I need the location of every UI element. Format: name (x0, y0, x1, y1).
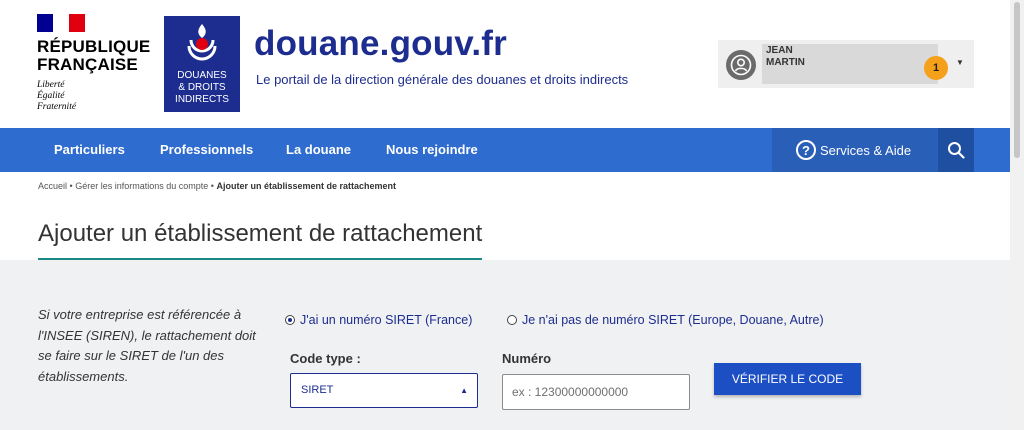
douanes-emblem-icon (187, 24, 217, 61)
nav-item-particuliers[interactable]: Particuliers (54, 128, 125, 172)
user-circle-icon (726, 50, 756, 80)
nav-item-professionnels[interactable]: Professionnels (160, 128, 253, 172)
user-last-name: MARTIN (766, 57, 805, 68)
verify-code-button[interactable]: VÉRIFIER LE CODE (714, 363, 861, 395)
breadcrumb-accueil[interactable]: Accueil (38, 181, 67, 191)
douanes-logo-text: DOUANES & DROITS INDIRECTS (164, 70, 240, 106)
question-circle-icon: ? (796, 140, 816, 160)
user-name: JEAN MARTIN (766, 45, 805, 69)
code-type-select[interactable]: SIRET ▲ (290, 373, 478, 408)
caret-down-icon[interactable]: ▼ (956, 58, 964, 67)
siren-info-text: Si votre entreprise est référencée à l'I… (38, 307, 256, 384)
republic-title: RÉPUBLIQUE FRANÇAISE (37, 38, 157, 74)
douanes-logo[interactable]: DOUANES & DROITS INDIRECTS (164, 16, 240, 112)
motto-line2: Égalité (37, 91, 65, 101)
nav-item-la-douane[interactable]: La douane (286, 128, 351, 172)
site-header: RÉPUBLIQUE FRANÇAISE Liberté Égalité Fra… (0, 0, 1010, 128)
breadcrumb-current: Ajouter un établissement de rattachement (216, 181, 396, 191)
motto-line3: Fraternité (37, 102, 77, 112)
radio-no-siret-label: Je n'ai pas de numéro SIRET (Europe, Dou… (522, 313, 824, 327)
code-type-value: SIRET (301, 384, 334, 396)
radio-no-siret[interactable]: Je n'ai pas de numéro SIRET (Europe, Dou… (507, 313, 824, 327)
breadcrumb-separator: • (210, 181, 214, 191)
republique-francaise-logo[interactable]: RÉPUBLIQUE FRANÇAISE Liberté Égalité Fra… (37, 14, 157, 113)
dd-logo-line1: DOUANES (177, 70, 227, 81)
site-title[interactable]: douane.gouv.fr (254, 24, 507, 64)
numero-input[interactable] (502, 374, 690, 410)
motto-line1: Liberté (37, 80, 65, 90)
page-title: Ajouter un établissement de rattachement (38, 220, 483, 247)
republic-motto: Liberté Égalité Fraternité (37, 80, 157, 113)
dd-logo-line2: & DROITS (178, 82, 226, 93)
main-navigation: Particuliers Professionnels La douane No… (0, 128, 1010, 172)
radio-siret-button[interactable] (285, 315, 295, 325)
dd-logo-line3: INDIRECTS (175, 94, 229, 105)
user-first-name: JEAN (766, 45, 793, 56)
breadcrumb-gerer-compte[interactable]: Gérer les informations du compte (75, 181, 208, 191)
search-icon (948, 142, 965, 159)
radio-siret-label: J'ai un numéro SIRET (France) (300, 313, 473, 327)
site-subtitle: Le portail de la direction générale des … (256, 72, 629, 87)
caret-up-icon: ▲ (460, 386, 468, 395)
radio-no-siret-button[interactable] (507, 315, 517, 325)
scrollbar-thumb[interactable] (1014, 2, 1020, 158)
breadcrumb-separator: • (69, 181, 73, 191)
republic-title-line2: FRANÇAISE (37, 55, 138, 74)
radio-siret[interactable]: J'ai un numéro SIRET (France) (285, 313, 472, 327)
numero-label: Numéro (502, 351, 552, 366)
search-button[interactable] (938, 128, 974, 172)
code-type-label: Code type : (290, 351, 361, 366)
services-aide-label: Services & Aide (820, 142, 912, 158)
nav-item-nous-rejoindre[interactable]: Nous rejoindre (386, 128, 478, 172)
notification-badge[interactable]: 1 (924, 56, 948, 80)
marianne-flag-icon (37, 14, 85, 32)
republic-title-line1: RÉPUBLIQUE (37, 37, 151, 56)
breadcrumb: Accueil • Gérer les informations du comp… (38, 181, 396, 191)
services-aide-button[interactable]: ? Services & Aide (772, 128, 938, 172)
